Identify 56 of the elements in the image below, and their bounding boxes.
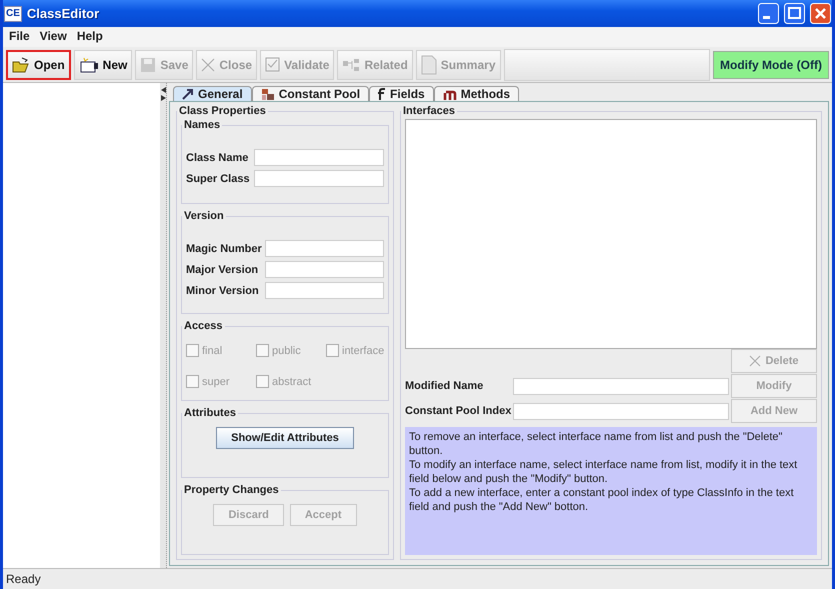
group-title: Version [183,210,225,222]
text-field[interactable] [254,149,384,166]
menu-item[interactable]: File [9,29,30,47]
text-field[interactable] [513,402,729,420]
mode-button[interactable]: Modify Mode (Off) [713,50,829,78]
text-field[interactable] [265,261,384,278]
tab[interactable]: Methods [434,86,520,101]
interfaces-list[interactable] [405,119,817,349]
window-title: ClassEditor [26,6,100,21]
relation-icon [342,58,360,72]
checkbox-icon [265,57,280,72]
group-title: Property Changes [183,484,280,496]
tab[interactable]: General [173,86,252,101]
x-icon [201,58,216,72]
text-field[interactable] [265,240,384,257]
group-title: Access [183,320,224,332]
floppy-icon [140,56,156,72]
field-label: Super Class [186,172,251,184]
x-icon [749,355,762,367]
minimize-button[interactable] [758,3,779,24]
field-label: Magic Number [186,242,263,254]
group-title: Interfaces [402,105,456,117]
app-icon: CE [4,6,22,22]
field-label: Constant Pool Index [405,405,511,417]
status-text: Ready [6,572,41,586]
field-label: Minor Version [186,284,260,296]
attributes-button[interactable]: Show/Edit Attributes [216,427,354,449]
toolbar-button[interactable]: New [74,50,132,80]
maximize-button[interactable] [784,3,805,24]
help-text: To modify an interface name, select interface name from list, modify it in the text field below and push the "Modify" button. [409,458,798,486]
group-title: Names [183,119,222,131]
new-file-icon [78,56,99,72]
help-text: To add a new interface, enter a constant pool index of type ClassInfo in the text field and push the "Add New" botton. [409,486,795,514]
group-title: Attributes [183,407,237,419]
text-field[interactable] [265,282,384,299]
document-icon [420,54,437,74]
f-icon [378,88,386,100]
menu-item[interactable]: View [40,29,67,47]
field-label: Major Version [186,264,260,276]
arrow-icon [182,88,194,100]
folder-icon [12,56,30,72]
toolbar-button[interactable]: Open [6,50,71,80]
text-field[interactable] [254,170,384,187]
close-button[interactable] [810,3,831,24]
text-field[interactable] [513,378,729,394]
cubes-icon [260,88,275,100]
menu-item[interactable]: Help [76,29,103,47]
left-arrow-icon[interactable] [160,87,166,93]
m-icon [442,88,457,100]
group-title: Class Properties [178,105,267,117]
help-text: To remove an interface, select interface name from list and push the "Delete" button. [409,430,784,458]
tab[interactable]: Fields [369,86,434,101]
field-label: Class Name [186,152,250,164]
right-arrow-icon[interactable] [160,95,166,101]
tab[interactable]: Constant Pool [252,86,370,101]
field-label: Modified Name [405,380,484,392]
